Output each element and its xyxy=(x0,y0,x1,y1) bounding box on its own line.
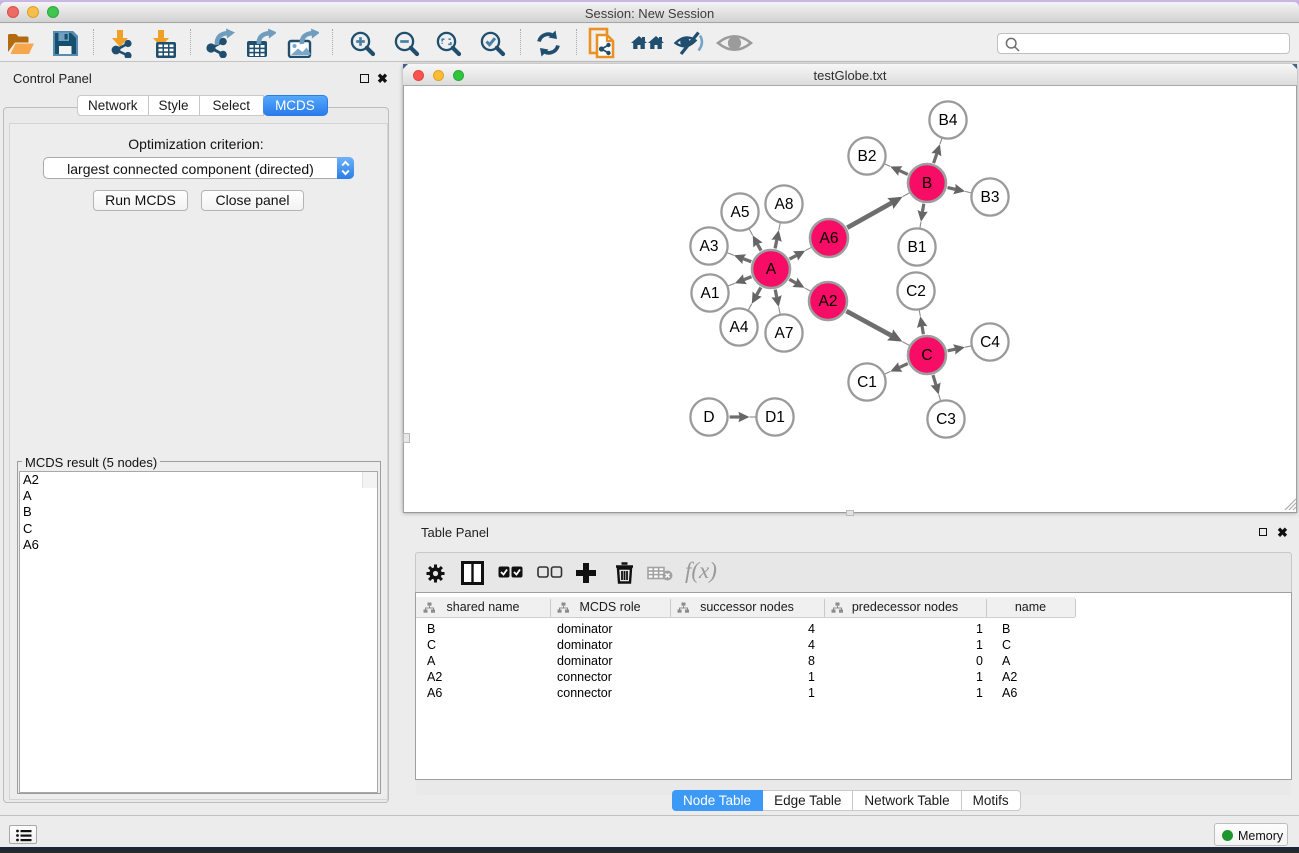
svg-text:A1: A1 xyxy=(701,285,720,302)
svg-text:B: B xyxy=(922,175,932,192)
svg-text:A8: A8 xyxy=(775,196,794,213)
svg-text:A: A xyxy=(766,261,777,278)
svg-text:A7: A7 xyxy=(775,325,794,342)
svg-text:C4: C4 xyxy=(980,334,1000,351)
svg-text:A6: A6 xyxy=(820,230,839,247)
svg-text:B4: B4 xyxy=(939,112,958,129)
svg-text:B2: B2 xyxy=(858,148,877,165)
svg-text:A2: A2 xyxy=(819,293,838,310)
svg-text:A4: A4 xyxy=(730,319,749,336)
svg-text:B3: B3 xyxy=(981,189,1000,206)
svg-text:C: C xyxy=(921,347,932,364)
svg-text:B1: B1 xyxy=(908,239,927,256)
svg-text:C3: C3 xyxy=(936,411,956,428)
svg-text:D1: D1 xyxy=(765,409,785,426)
svg-text:A3: A3 xyxy=(700,238,719,255)
svg-text:D: D xyxy=(703,409,714,426)
svg-text:C2: C2 xyxy=(906,283,926,300)
svg-text:A5: A5 xyxy=(731,204,750,221)
svg-text:C1: C1 xyxy=(857,374,877,391)
